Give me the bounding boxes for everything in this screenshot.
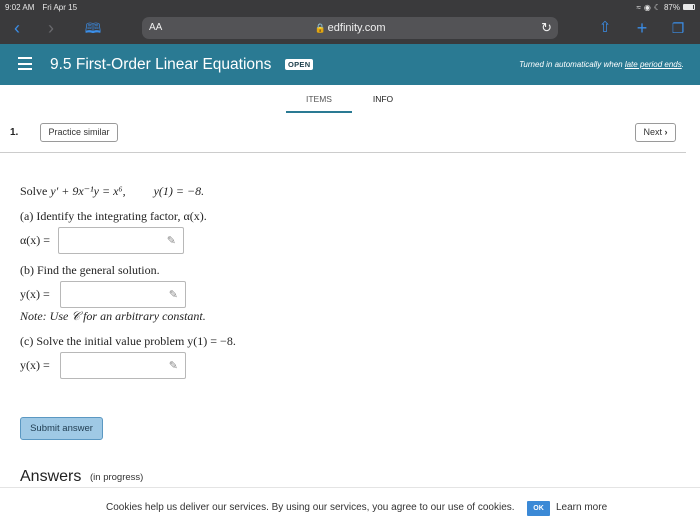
differential-equation: y′ + 9x⁻¹y = x⁶, — [50, 184, 126, 198]
tab-bar: ITEMS INFO — [0, 85, 700, 113]
divider — [0, 152, 686, 153]
question-prompt: Solve y′ + 9x⁻¹y = x⁶, y(1) = −8. — [20, 184, 205, 198]
cookie-banner: Cookies help us deliver our services. By… — [0, 487, 700, 525]
battery-icon — [683, 4, 695, 10]
turned-in-notice: Turned in automatically when late period… — [519, 60, 684, 69]
answers-heading: Answers — [20, 468, 82, 485]
book-icon[interactable]: 🕮 — [82, 17, 104, 39]
status-time: 9:02 AM — [5, 2, 35, 12]
menu-icon[interactable] — [18, 57, 32, 70]
lock-icon: 🔒 — [314, 23, 326, 33]
browser-toolbar: ‹ › 🕮 AA 🔒 edfinity.com ↻ ⇧ + ❐ — [0, 14, 700, 44]
status-date: Fri Apr 15 — [42, 2, 78, 12]
assignment-header: 9.5 First-Order Linear Equations OPEN Tu… — [0, 44, 700, 85]
status-bar: 9:02 AM Fri Apr 15 ≈ ◉ ☾ 87% — [0, 0, 700, 14]
chevron-right-icon: › — [664, 127, 668, 137]
answers-status: (in progress) — [90, 472, 144, 483]
part-b-label: (b) Find the general solution. — [20, 263, 160, 277]
next-button[interactable]: Next › — [635, 123, 676, 142]
submit-answer-button[interactable]: Submit answer — [20, 417, 103, 440]
part-c-field-label: y(x) = — [20, 358, 50, 372]
tabs-icon[interactable]: ❐ — [667, 17, 689, 39]
wifi-icon: ≈ — [636, 2, 641, 12]
ivp-solution-input[interactable]: ✎ — [60, 352, 186, 379]
reload-icon[interactable]: ↻ — [541, 20, 552, 36]
share-icon[interactable]: ⇧ — [594, 17, 616, 39]
learn-more-link[interactable]: Learn more — [556, 502, 607, 513]
next-label: Next — [643, 127, 662, 137]
location-icon: ◉ — [643, 2, 651, 12]
alpha-answer-input[interactable]: ✎ — [58, 227, 184, 254]
chevron-right-icon[interactable]: › — [40, 17, 62, 39]
status-badge: OPEN — [285, 59, 314, 70]
tab-info[interactable]: INFO — [368, 94, 398, 104]
general-solution-input[interactable]: ✎ — [60, 281, 186, 308]
late-period-link[interactable]: late period ends — [625, 60, 682, 69]
pencil-icon[interactable]: ✎ — [167, 234, 176, 247]
status-indicators: ≈ ◉ ☾ 87% — [636, 3, 695, 12]
initial-condition: y(1) = −8. — [153, 184, 205, 198]
battery-percent: 87% — [663, 2, 680, 12]
url-text: edfinity.com — [327, 22, 386, 34]
cookie-text: Cookies help us deliver our services. By… — [106, 502, 515, 513]
tab-items[interactable]: ITEMS — [286, 94, 352, 113]
address-bar[interactable]: AA 🔒 edfinity.com ↻ — [142, 17, 558, 39]
constant-note: Note: Use 𝒞 for an arbitrary constant. — [20, 309, 206, 323]
part-a-field-label: α(x) = — [20, 233, 51, 247]
practice-similar-button[interactable]: Practice similar — [40, 123, 118, 142]
cookie-ok-button[interactable]: OK — [527, 501, 550, 516]
url-display[interactable]: 🔒 edfinity.com — [142, 22, 558, 34]
assignment-title: 9.5 First-Order Linear Equations — [50, 56, 272, 73]
part-c-label: (c) Solve the initial value problem y(1)… — [20, 334, 236, 348]
question-number: 1. — [10, 127, 19, 138]
chevron-left-icon[interactable]: ‹ — [6, 17, 28, 39]
plus-icon[interactable]: + — [631, 17, 653, 39]
part-b-field-label: y(x) = — [20, 287, 50, 301]
part-a-label: (a) Identify the integrating factor, α(x… — [20, 209, 207, 223]
pencil-icon[interactable]: ✎ — [169, 359, 178, 372]
moon-icon: ☾ — [653, 2, 661, 12]
pencil-icon[interactable]: ✎ — [169, 288, 178, 301]
